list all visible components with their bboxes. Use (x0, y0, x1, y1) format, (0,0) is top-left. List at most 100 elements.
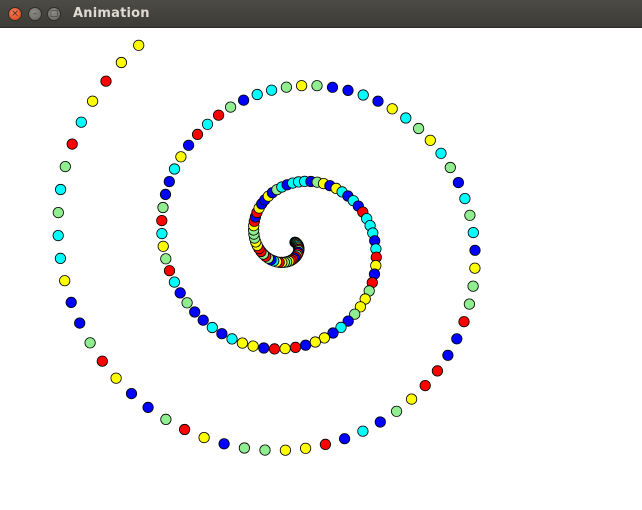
spiral-drawing (52, 39, 481, 456)
spiral-dot (163, 176, 175, 188)
spiral-dot (213, 109, 225, 121)
spiral-dot (52, 230, 64, 242)
spiral-dot (299, 339, 312, 351)
minimize-button[interactable]: – (28, 7, 42, 21)
spiral-dot (183, 139, 195, 151)
spiral-dot (181, 297, 193, 309)
spiral-dot (157, 240, 169, 252)
spiral-dot (159, 188, 172, 200)
spiral-dot (299, 442, 312, 454)
spiral-dot (435, 147, 447, 159)
spiral-dot (342, 84, 354, 97)
spiral-dot (279, 444, 291, 456)
spiral-dot (156, 215, 168, 227)
spiral-dot (66, 138, 78, 150)
spiral-dot (168, 276, 180, 288)
spiral-dot (163, 265, 176, 277)
spiral-dot (444, 161, 456, 174)
spiral-dot (459, 193, 471, 205)
spiral-dot (238, 94, 250, 106)
spiral-dot (216, 328, 228, 340)
spiral-dot (458, 316, 470, 328)
spiral-dot (115, 56, 128, 69)
maximize-icon: □ (49, 8, 59, 19)
spiral-dot (338, 433, 351, 445)
spiral-dot (206, 321, 218, 334)
spiral-dot (372, 95, 384, 107)
spiral-dot (54, 252, 67, 264)
spiral-dot (295, 80, 308, 92)
spiral-dot (175, 151, 187, 163)
spiral-dot (467, 227, 479, 239)
spiral-dot (357, 425, 369, 437)
spiral-dot (142, 401, 154, 413)
spiral-dot (265, 84, 278, 96)
spiral-dot (198, 431, 210, 444)
spiral-dot (110, 372, 122, 384)
spiral-dot (160, 253, 172, 265)
app-window: × – □ Animation (0, 0, 642, 510)
spiral-dot (156, 228, 168, 240)
spiral-dot (133, 39, 145, 51)
spiral-dot (96, 355, 108, 367)
spiral-dot (65, 296, 77, 308)
spiral-dot (160, 413, 172, 425)
spiral-dot (225, 101, 237, 113)
spiral-dot (191, 128, 204, 141)
spiral-dot (59, 161, 71, 173)
close-icon: × (11, 8, 19, 19)
spiral-dot (400, 112, 412, 124)
spiral-dot (226, 333, 238, 345)
spiral-dot (54, 183, 67, 196)
animation-canvas (0, 28, 642, 510)
spiral-dot (259, 444, 271, 456)
close-button[interactable]: × (8, 7, 22, 21)
spiral-dot (463, 298, 475, 310)
title-bar[interactable]: × – □ Animation (0, 0, 642, 28)
spiral-dot (258, 342, 270, 354)
spiral-dot (319, 438, 331, 450)
spiral-dot (386, 103, 398, 115)
spiral-dot (197, 314, 209, 326)
spiral-dot (218, 438, 230, 450)
spiral-dot (452, 177, 464, 189)
spiral-dot (311, 80, 323, 92)
spiral-dot (251, 88, 263, 101)
spiral-dot (247, 340, 259, 352)
spiral-dot (125, 387, 138, 400)
spiral-dot (309, 336, 321, 348)
spiral-dot (74, 317, 86, 329)
spiral-dot (280, 81, 292, 93)
spiral-dot (174, 287, 186, 299)
spiral-dot (289, 341, 302, 353)
spiral-dot (201, 118, 214, 130)
spiral-dot (84, 337, 96, 349)
spiral-dot (469, 262, 481, 274)
spiral-dot (157, 201, 169, 214)
spiral-dot (279, 342, 291, 355)
spiral-dot (442, 349, 454, 361)
spiral-dot (467, 280, 479, 292)
spiral-dot (59, 275, 71, 287)
spiral-dot (168, 163, 181, 175)
spiral-dot (326, 81, 339, 93)
spiral-dot (451, 333, 463, 345)
spiral-dot (268, 343, 281, 355)
spiral-dot (390, 405, 403, 417)
spiral-dot (412, 122, 425, 135)
spiral-dot (179, 423, 191, 436)
spiral-dot (405, 393, 418, 405)
spiral-dot (52, 207, 64, 219)
spiral-dot (236, 337, 248, 349)
spiral-dot (431, 365, 443, 377)
spiral-dot (464, 209, 476, 221)
spiral-dot (424, 134, 436, 146)
spiral-dot (469, 244, 481, 256)
spiral-dot (87, 95, 99, 107)
maximize-button[interactable]: □ (47, 7, 61, 21)
spiral-dot (75, 116, 87, 128)
spiral-dot (100, 75, 112, 87)
minimize-icon: – (32, 8, 38, 19)
spiral-dot (419, 379, 431, 392)
window-title: Animation (73, 6, 150, 21)
